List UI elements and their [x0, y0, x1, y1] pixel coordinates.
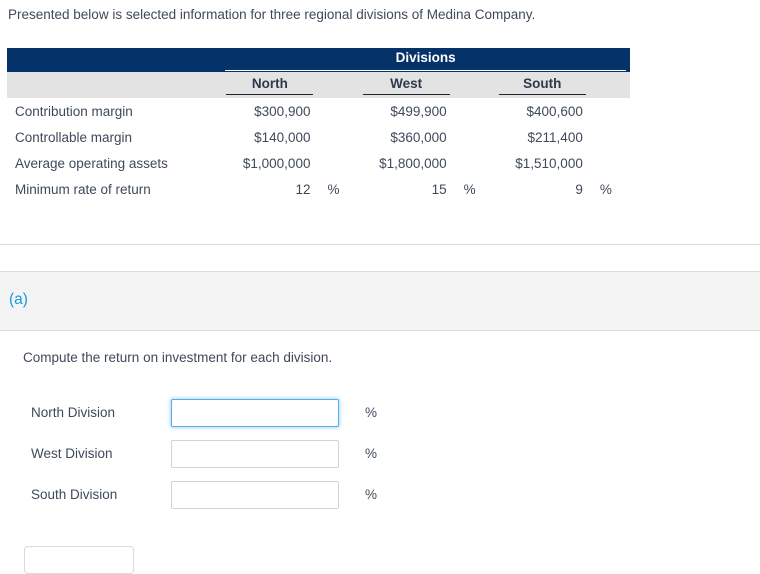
part-banner-top-rule — [0, 271, 760, 272]
percent-symbol-north: % — [365, 405, 378, 420]
intro-text: Presented below is selected information … — [8, 7, 536, 22]
table-row: Controllable margin $140,000 $360,000 $2… — [7, 124, 630, 150]
row-value-south: $1,510,000 — [493, 150, 591, 176]
part-label: (a) — [9, 291, 28, 308]
row-suffix-north — [318, 150, 358, 176]
column-header-south-gap — [590, 72, 630, 98]
row-label: Minimum rate of return — [7, 176, 222, 202]
table-row: Average operating assets $1,000,000 $1,8… — [7, 150, 630, 176]
row-label: Controllable margin — [7, 124, 222, 150]
answer-label-north: North Division — [31, 405, 116, 420]
column-header-north-label: North — [251, 75, 288, 91]
column-header-south: South — [493, 72, 591, 98]
row-suffix-south — [590, 124, 630, 150]
submit-answer-button[interactable] — [24, 546, 134, 574]
table-group-header-rule — [225, 69, 626, 71]
column-header-west-gap — [454, 72, 494, 98]
part-banner-bottom-rule — [0, 330, 760, 331]
table-column-header-row: North West South — [7, 72, 630, 98]
column-header-west: West — [357, 72, 455, 98]
row-value-west: $1,800,000 — [357, 150, 455, 176]
percent-symbol-south: % — [365, 487, 378, 502]
row-label: Average operating assets — [7, 150, 222, 176]
row-suffix-south — [590, 150, 630, 176]
percent-symbol-west: % — [365, 446, 378, 461]
row-suffix-north: % — [318, 176, 358, 202]
divisions-table: Divisions North West South Contribution … — [7, 48, 630, 202]
column-header-north-rule — [226, 93, 314, 95]
column-header-north: North — [221, 72, 319, 98]
row-value-north: $140,000 — [221, 124, 319, 150]
row-suffix-north — [318, 124, 358, 150]
answer-label-south: South Division — [31, 487, 118, 502]
row-value-north: $1,000,000 — [221, 150, 319, 176]
instruction-text: Compute the return on investment for eac… — [23, 350, 333, 365]
table-row: Minimum rate of return 12 % 15 % 9 % — [7, 176, 630, 202]
row-value-west: $360,000 — [357, 124, 455, 150]
column-header-north-gap — [318, 72, 358, 98]
row-value-west: $499,900 — [357, 98, 455, 124]
table-group-header: Divisions — [221, 48, 630, 72]
answer-label-west: West Division — [31, 446, 113, 461]
row-suffix-south: % — [590, 176, 630, 202]
row-label: Contribution margin — [7, 98, 222, 124]
row-suffix-south — [590, 98, 630, 124]
table-row: Contribution margin $300,900 $499,900 $4… — [7, 98, 630, 124]
roi-input-north[interactable] — [171, 399, 339, 427]
table-column-header-spacer — [7, 72, 222, 98]
row-value-north: 12 — [221, 176, 319, 202]
answer-row-south: South Division % — [0, 481, 760, 511]
row-suffix-west — [454, 98, 494, 124]
answer-row-north: North Division % — [0, 399, 760, 429]
answer-row-west: West Division % — [0, 440, 760, 470]
row-suffix-north — [318, 98, 358, 124]
row-value-south: $400,600 — [493, 98, 591, 124]
column-header-west-rule — [362, 93, 450, 95]
roi-input-west[interactable] — [171, 440, 339, 468]
column-header-south-label: South — [523, 75, 562, 91]
table-header-spacer — [7, 48, 222, 72]
row-value-south: 9 — [493, 176, 591, 202]
row-value-west: 15 — [357, 176, 455, 202]
section-divider-top — [0, 244, 760, 245]
roi-input-south[interactable] — [171, 481, 339, 509]
table-group-header-label: Divisions — [395, 49, 456, 65]
table-group-header-row: Divisions — [7, 48, 630, 72]
row-suffix-west — [454, 124, 494, 150]
column-header-west-label: West — [390, 75, 423, 91]
part-banner — [0, 272, 760, 330]
row-value-south: $211,400 — [493, 124, 591, 150]
column-header-south-rule — [498, 93, 586, 95]
row-suffix-west — [454, 150, 494, 176]
row-value-north: $300,900 — [221, 98, 319, 124]
divisions-table-wrapper: Divisions North West South Contribution … — [7, 48, 630, 202]
row-suffix-west: % — [454, 176, 494, 202]
